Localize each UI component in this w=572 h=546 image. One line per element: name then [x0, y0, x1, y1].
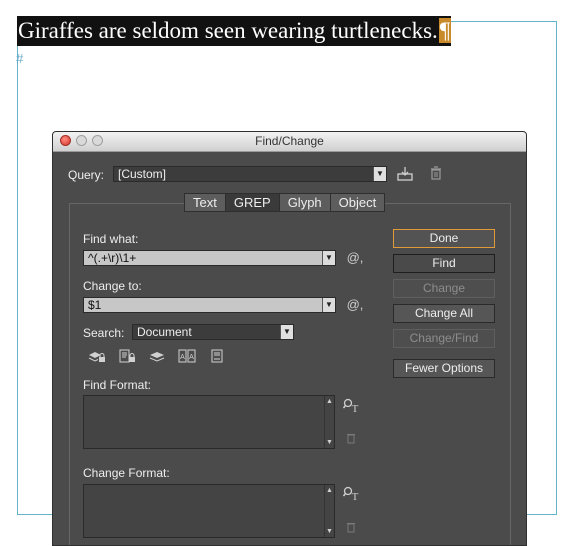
find-format-scrollbar[interactable]: ▲ ▼	[324, 396, 334, 448]
format-settings-icon[interactable]: T	[342, 486, 361, 505]
search-scope-value: Document	[137, 325, 192, 339]
find-format-label: Find Format:	[83, 378, 152, 392]
change-button[interactable]: Change	[393, 279, 495, 298]
change-all-button[interactable]: Change All	[393, 304, 495, 323]
headline-text: Giraffes are seldom seen wearing turtlen…	[18, 18, 438, 43]
selected-headline-text[interactable]: Giraffes are seldom seen wearing turtlen…	[17, 16, 452, 46]
change-find-button[interactable]: Change/Find	[393, 329, 495, 348]
find-format-box[interactable]: ▲ ▼	[83, 395, 335, 449]
tab-object[interactable]: Object	[330, 194, 385, 211]
end-of-story-mark: #	[16, 51, 24, 66]
fewer-options-button[interactable]: Fewer Options	[393, 359, 495, 378]
scroll-down-icon[interactable]: ▼	[325, 528, 334, 535]
find-change-dialog: Find/Change Query: [Custom] ▼ Text GREP …	[52, 131, 527, 546]
special-characters-find-icon[interactable]: @,	[345, 251, 365, 265]
scroll-up-icon[interactable]: ▲	[325, 487, 334, 494]
chevron-down-icon: ▼	[280, 325, 293, 339]
scroll-up-icon[interactable]: ▲	[325, 398, 334, 405]
search-type-tabs: Text GREP Glyph Object	[184, 193, 386, 212]
scroll-down-icon[interactable]: ▼	[325, 439, 334, 446]
dialog-titlebar[interactable]: Find/Change	[53, 132, 526, 152]
svg-text:T: T	[352, 491, 359, 502]
chevron-down-icon: ▼	[322, 298, 335, 312]
dialog-title: Find/Change	[255, 134, 324, 148]
change-to-label: Change to:	[83, 279, 142, 293]
include-locked-layers-icon[interactable]	[87, 349, 107, 366]
tab-grep[interactable]: GREP	[225, 194, 280, 211]
include-locked-stories-icon[interactable]	[117, 349, 137, 366]
change-format-label: Change Format:	[83, 466, 170, 480]
svg-text:T: T	[352, 403, 359, 414]
change-to-value: $1	[88, 298, 102, 312]
search-options-row: AA	[87, 349, 227, 366]
trash-icon[interactable]	[345, 432, 357, 447]
format-settings-icon[interactable]: T	[342, 398, 361, 417]
change-format-scrollbar[interactable]: ▲ ▼	[324, 485, 334, 537]
search-scope-dropdown[interactable]: Document ▼	[132, 324, 294, 340]
pilcrow-mark: ¶	[438, 18, 452, 43]
find-button[interactable]: Find	[393, 254, 495, 273]
done-button[interactable]: Done	[393, 229, 495, 248]
svg-text:A: A	[180, 354, 185, 361]
tab-text[interactable]: Text	[185, 194, 226, 211]
special-characters-change-icon[interactable]: @,	[345, 298, 365, 312]
query-dropdown[interactable]: [Custom] ▼	[113, 166, 387, 182]
chevron-down-icon: ▼	[373, 167, 386, 181]
find-what-field[interactable]: ^(.+\r)\1+ ▼	[83, 250, 336, 266]
find-what-value: ^(.+\r)\1+	[88, 251, 137, 265]
trash-icon[interactable]	[345, 521, 357, 536]
find-what-label: Find what:	[83, 232, 139, 246]
save-query-icon[interactable]	[397, 166, 413, 184]
change-to-field[interactable]: $1 ▼	[83, 297, 336, 313]
query-label: Query:	[68, 168, 105, 182]
svg-text:A: A	[189, 354, 194, 361]
tab-glyph[interactable]: Glyph	[279, 194, 331, 211]
trash-icon[interactable]	[429, 166, 443, 183]
include-hidden-layers-icon[interactable]	[147, 349, 167, 366]
query-value: [Custom]	[118, 167, 167, 181]
include-footnotes-icon[interactable]	[207, 349, 227, 366]
chevron-down-icon: ▼	[322, 251, 335, 265]
search-label: Search:	[83, 326, 125, 340]
change-format-box[interactable]: ▲ ▼	[83, 484, 335, 538]
include-master-pages-icon[interactable]: AA	[177, 349, 197, 366]
